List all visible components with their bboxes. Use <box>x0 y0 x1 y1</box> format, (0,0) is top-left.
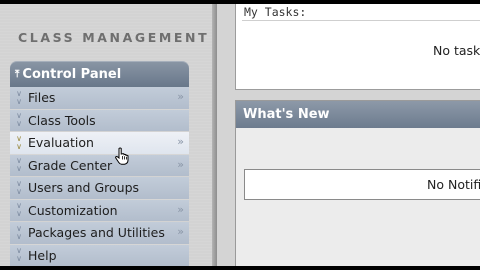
double-chevron-down-icon: ∨ ∨ <box>16 133 22 151</box>
sidebar-item-label: Customization <box>28 202 118 218</box>
sidebar-item-label: Evaluation <box>28 135 94 151</box>
sidebar: CLASS MANAGEMENT ⤒ Control Panel ∨ ∨ File… <box>0 4 212 266</box>
whats-new-title: What's New <box>243 107 330 122</box>
sidebar-item-files[interactable]: ∨ ∨ Files » <box>10 87 189 109</box>
sidebar-item-users-and-groups[interactable]: ∨ ∨ Users and Groups <box>10 177 189 199</box>
control-panel-menu: ∨ ∨ Files » ∨ ∨ Class Tools ∨ ∨ Evaluation … <box>10 87 189 266</box>
my-tasks-module: My Tasks: No task <box>235 4 480 90</box>
double-chevron-right-icon[interactable]: » <box>177 203 184 216</box>
double-chevron-right-icon[interactable]: » <box>177 90 184 103</box>
sidebar-item-packages-and-utilities[interactable]: ∨ ∨ Packages and Utilities » <box>10 222 189 244</box>
double-chevron-down-icon: ∨ ∨ <box>16 246 22 264</box>
double-chevron-down-icon: ∨ ∨ <box>16 111 22 129</box>
double-chevron-right-icon[interactable]: » <box>177 135 184 148</box>
notifications-box: No Notifi <box>244 169 480 200</box>
sidebar-item-label: Class Tools <box>28 112 96 128</box>
sidebar-item-label: Files <box>28 90 56 106</box>
my-tasks-title: My Tasks: <box>244 5 307 19</box>
double-chevron-up-icon: ⤒ <box>15 68 20 80</box>
double-chevron-down-icon: ∨ ∨ <box>16 178 22 196</box>
control-panel-label: Control Panel <box>22 66 122 82</box>
double-chevron-down-icon: ∨ ∨ <box>16 156 22 174</box>
hand-pointer-cursor-icon <box>115 147 129 165</box>
main-content: My Tasks: No task What's New No Notifi <box>217 4 480 266</box>
double-chevron-down-icon: ∨ ∨ <box>16 88 22 106</box>
double-chevron-right-icon[interactable]: » <box>177 225 184 238</box>
divider <box>242 20 480 21</box>
sidebar-item-label: Grade Center <box>28 157 113 173</box>
sidebar-item-label: Users and Groups <box>28 180 140 196</box>
sidebar-item-evaluation[interactable]: ∨ ∨ Evaluation » <box>10 132 189 154</box>
notifications-empty-text: No Notifi <box>427 177 480 192</box>
sidebar-item-customization[interactable]: ∨ ∨ Customization » <box>10 199 189 221</box>
double-chevron-down-icon: ∨ ∨ <box>16 223 22 241</box>
whats-new-module: What's New No Notifi <box>235 100 480 266</box>
double-chevron-down-icon: ∨ ∨ <box>16 201 22 219</box>
sidebar-item-help[interactable]: ∨ ∨ Help <box>10 244 189 266</box>
section-title: CLASS MANAGEMENT <box>18 30 210 45</box>
sidebar-item-label: Packages and Utilities <box>28 225 165 241</box>
sidebar-item-label: Help <box>28 247 57 263</box>
whats-new-header[interactable]: What's New <box>236 101 480 128</box>
my-tasks-empty-text: No task <box>433 43 480 58</box>
sidebar-item-class-tools[interactable]: ∨ ∨ Class Tools <box>10 109 189 131</box>
screen: CLASS MANAGEMENT ⤒ Control Panel ∨ ∨ File… <box>0 4 480 266</box>
double-chevron-right-icon[interactable]: » <box>177 158 184 171</box>
control-panel-header[interactable]: ⤒ Control Panel <box>10 61 189 87</box>
sidebar-item-grade-center[interactable]: ∨ ∨ Grade Center » <box>10 154 189 176</box>
